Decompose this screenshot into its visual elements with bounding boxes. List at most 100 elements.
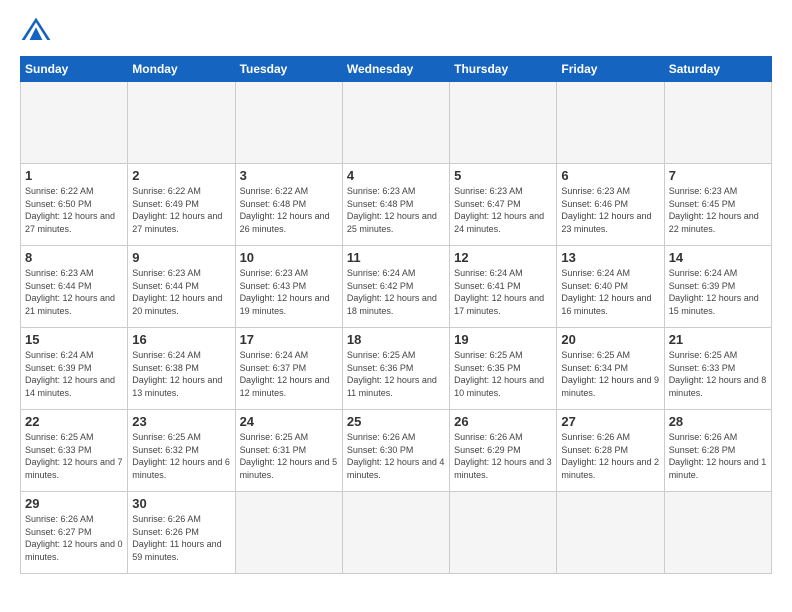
day-number: 17 [240,332,338,347]
day-number: 24 [240,414,338,429]
day-number: 16 [132,332,230,347]
calendar-cell: 29 Sunrise: 6:26 AM Sunset: 6:27 PM Dayli… [21,492,128,574]
calendar-cell: 27Sunrise: 6:26 AM Sunset: 6:28 PM Dayli… [557,410,664,492]
day-number: 9 [132,250,230,265]
calendar-cell: 13 Sunrise: 6:24 AM Sunset: 6:40 PM Dayli… [557,246,664,328]
day-number: 15 [25,332,123,347]
calendar-cell: 2 Sunrise: 6:22 AM Sunset: 6:49 PM Daylig… [128,164,235,246]
day-info: Sunrise: 6:25 AM Sunset: 6:36 PM Dayligh… [347,349,445,399]
day-info: Sunrise: 6:23 AM Sunset: 6:47 PM Dayligh… [454,185,552,235]
day-number: 19 [454,332,552,347]
calendar-cell [450,492,557,574]
day-info: Sunrise: 6:26 AM Sunset: 6:28 PM Dayligh… [669,431,767,481]
day-info: Sunrise: 6:24 AM Sunset: 6:40 PM Dayligh… [561,267,659,317]
day-info: Sunrise: 6:23 AM Sunset: 6:44 PM Dayligh… [132,267,230,317]
calendar-cell: 6Sunrise: 6:23 AM Sunset: 6:46 PM Daylig… [557,164,664,246]
calendar-cell: 4 Sunrise: 6:23 AM Sunset: 6:48 PM Daylig… [342,164,449,246]
day-info: Sunrise: 6:23 AM Sunset: 6:48 PM Dayligh… [347,185,445,235]
day-info: Sunrise: 6:26 AM Sunset: 6:29 PM Dayligh… [454,431,552,481]
day-info: Sunrise: 6:25 AM Sunset: 6:33 PM Dayligh… [25,431,123,481]
day-info: Sunrise: 6:25 AM Sunset: 6:31 PM Dayligh… [240,431,338,481]
day-number: 5 [454,168,552,183]
day-number: 13 [561,250,659,265]
day-number: 1 [25,168,123,183]
calendar-cell: 20 Sunrise: 6:25 AM Sunset: 6:34 PM Dayli… [557,328,664,410]
calendar-cell: 18 Sunrise: 6:25 AM Sunset: 6:36 PM Dayli… [342,328,449,410]
calendar-cell: 22 Sunrise: 6:25 AM Sunset: 6:33 PM Dayli… [21,410,128,492]
day-number: 20 [561,332,659,347]
day-info: Sunrise: 6:25 AM Sunset: 6:35 PM Dayligh… [454,349,552,399]
calendar-week-row: 29 Sunrise: 6:26 AM Sunset: 6:27 PM Dayli… [21,492,772,574]
day-info: Sunrise: 6:23 AM Sunset: 6:44 PM Dayligh… [25,267,123,317]
calendar-cell [557,82,664,164]
day-info: Sunrise: 6:25 AM Sunset: 6:32 PM Dayligh… [132,431,230,481]
day-number: 30 [132,496,230,511]
calendar-cell [664,82,771,164]
day-info: Sunrise: 6:26 AM Sunset: 6:27 PM Dayligh… [25,513,123,563]
day-info: Sunrise: 6:22 AM Sunset: 6:49 PM Dayligh… [132,185,230,235]
header [20,16,772,44]
calendar-cell: 15 Sunrise: 6:24 AM Sunset: 6:39 PM Dayli… [21,328,128,410]
day-number: 23 [132,414,230,429]
calendar-cell: 28Sunrise: 6:26 AM Sunset: 6:28 PM Dayli… [664,410,771,492]
calendar-week-row: 1 Sunrise: 6:22 AM Sunset: 6:50 PM Daylig… [21,164,772,246]
col-header-monday: Monday [128,57,235,82]
calendar-cell: 30Sunrise: 6:26 AM Sunset: 6:26 PM Dayli… [128,492,235,574]
col-header-friday: Friday [557,57,664,82]
day-info: Sunrise: 6:24 AM Sunset: 6:39 PM Dayligh… [669,267,767,317]
day-number: 25 [347,414,445,429]
main-container: SundayMondayTuesdayWednesdayThursdayFrid… [0,0,792,584]
day-info: Sunrise: 6:24 AM Sunset: 6:37 PM Dayligh… [240,349,338,399]
day-info: Sunrise: 6:26 AM Sunset: 6:30 PM Dayligh… [347,431,445,481]
day-number: 4 [347,168,445,183]
day-number: 26 [454,414,552,429]
day-number: 3 [240,168,338,183]
day-info: Sunrise: 6:24 AM Sunset: 6:41 PM Dayligh… [454,267,552,317]
calendar-cell: 24 Sunrise: 6:25 AM Sunset: 6:31 PM Dayli… [235,410,342,492]
calendar-week-row [21,82,772,164]
day-info: Sunrise: 6:24 AM Sunset: 6:39 PM Dayligh… [25,349,123,399]
day-number: 22 [25,414,123,429]
col-header-saturday: Saturday [664,57,771,82]
day-info: Sunrise: 6:22 AM Sunset: 6:50 PM Dayligh… [25,185,123,235]
calendar-cell [557,492,664,574]
calendar-cell [128,82,235,164]
day-number: 12 [454,250,552,265]
col-header-sunday: Sunday [21,57,128,82]
day-number: 18 [347,332,445,347]
calendar-cell: 8 Sunrise: 6:23 AM Sunset: 6:44 PM Daylig… [21,246,128,328]
day-number: 27 [561,414,659,429]
calendar-cell: 5 Sunrise: 6:23 AM Sunset: 6:47 PM Daylig… [450,164,557,246]
day-number: 21 [669,332,767,347]
day-number: 29 [25,496,123,511]
calendar-week-row: 22 Sunrise: 6:25 AM Sunset: 6:33 PM Dayli… [21,410,772,492]
calendar-cell: 19 Sunrise: 6:25 AM Sunset: 6:35 PM Dayli… [450,328,557,410]
calendar-cell [450,82,557,164]
day-number: 11 [347,250,445,265]
col-header-wednesday: Wednesday [342,57,449,82]
col-header-thursday: Thursday [450,57,557,82]
calendar-cell [342,82,449,164]
calendar-cell [664,492,771,574]
day-number: 2 [132,168,230,183]
day-number: 10 [240,250,338,265]
calendar-table: SundayMondayTuesdayWednesdayThursdayFrid… [20,56,772,574]
calendar-cell: 26 Sunrise: 6:26 AM Sunset: 6:29 PM Dayli… [450,410,557,492]
day-number: 8 [25,250,123,265]
calendar-cell: 14Sunrise: 6:24 AM Sunset: 6:39 PM Dayli… [664,246,771,328]
calendar-cell: 25 Sunrise: 6:26 AM Sunset: 6:30 PM Dayli… [342,410,449,492]
day-info: Sunrise: 6:24 AM Sunset: 6:42 PM Dayligh… [347,267,445,317]
calendar-cell [342,492,449,574]
calendar-cell: 12 Sunrise: 6:24 AM Sunset: 6:41 PM Dayli… [450,246,557,328]
calendar-header-row: SundayMondayTuesdayWednesdayThursdayFrid… [21,57,772,82]
day-info: Sunrise: 6:25 AM Sunset: 6:34 PM Dayligh… [561,349,659,399]
calendar-cell: 17 Sunrise: 6:24 AM Sunset: 6:37 PM Dayli… [235,328,342,410]
calendar-week-row: 15 Sunrise: 6:24 AM Sunset: 6:39 PM Dayli… [21,328,772,410]
calendar-cell [21,82,128,164]
day-info: Sunrise: 6:23 AM Sunset: 6:45 PM Dayligh… [669,185,767,235]
calendar-cell [235,492,342,574]
col-header-tuesday: Tuesday [235,57,342,82]
logo-icon [20,16,52,44]
logo [20,16,56,44]
day-info: Sunrise: 6:22 AM Sunset: 6:48 PM Dayligh… [240,185,338,235]
